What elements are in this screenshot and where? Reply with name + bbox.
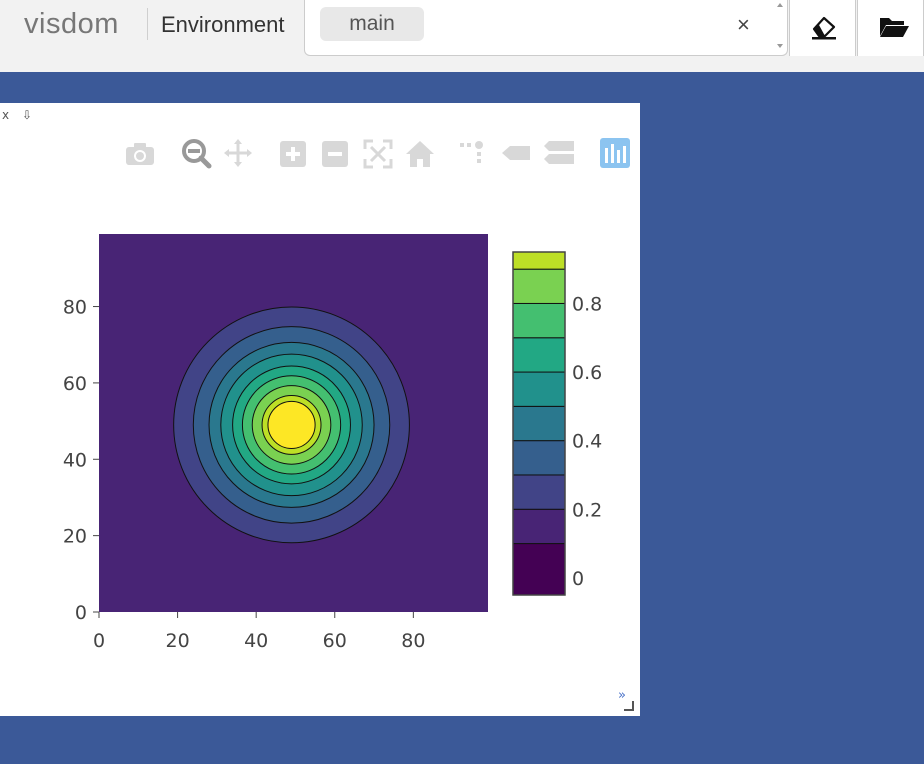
manage-env-button[interactable]	[857, 0, 924, 56]
colorbar-tick-label: 0.6	[572, 362, 602, 384]
select-scroll-arrows[interactable]	[775, 0, 787, 54]
colorbar-tick-label: 0.8	[572, 293, 602, 315]
contour-level-0.9	[267, 400, 316, 449]
colorbar-tick-label: 0.2	[572, 499, 602, 521]
clear-selection-icon[interactable]: ×	[737, 12, 750, 38]
x-tick-label: 80	[401, 630, 425, 652]
y-tick-label: 40	[63, 449, 87, 471]
contour-chart: 0 20 40 60 80 0 20 40 60 80 0 0.2 0.4 0.6 0.8	[63, 234, 602, 652]
colorbar-tick-label: 0	[572, 568, 584, 590]
colorbar-band	[512, 508, 566, 545]
colorbar-band	[512, 302, 566, 339]
colorbar-tick-label: 0.4	[572, 431, 602, 453]
eraser-icon	[812, 16, 836, 40]
colorbar-band	[512, 440, 566, 476]
x-tick-label: 0	[93, 630, 105, 652]
colorbar-band	[512, 371, 566, 407]
colorbar-band	[512, 268, 566, 304]
x-tick-label: 20	[165, 630, 189, 652]
clear-env-button[interactable]	[789, 0, 856, 56]
colorbar-band	[512, 474, 566, 510]
y-tick-label: 80	[63, 297, 87, 319]
resize-handle-icon[interactable]	[624, 701, 634, 711]
colorbar-band	[512, 543, 566, 596]
colorbar-band	[512, 251, 566, 270]
y-tick-label: 60	[63, 373, 87, 395]
scroll-down-icon[interactable]	[777, 44, 783, 48]
scroll-up-icon[interactable]	[777, 3, 783, 7]
folder-open-icon	[880, 18, 909, 37]
colorbar-band	[512, 337, 566, 373]
x-tick-label: 40	[244, 630, 268, 652]
y-tick-label: 20	[63, 526, 87, 548]
x-tick-label: 60	[323, 630, 347, 652]
y-tick-label: 0	[75, 602, 87, 624]
colorbar-band	[512, 405, 566, 442]
